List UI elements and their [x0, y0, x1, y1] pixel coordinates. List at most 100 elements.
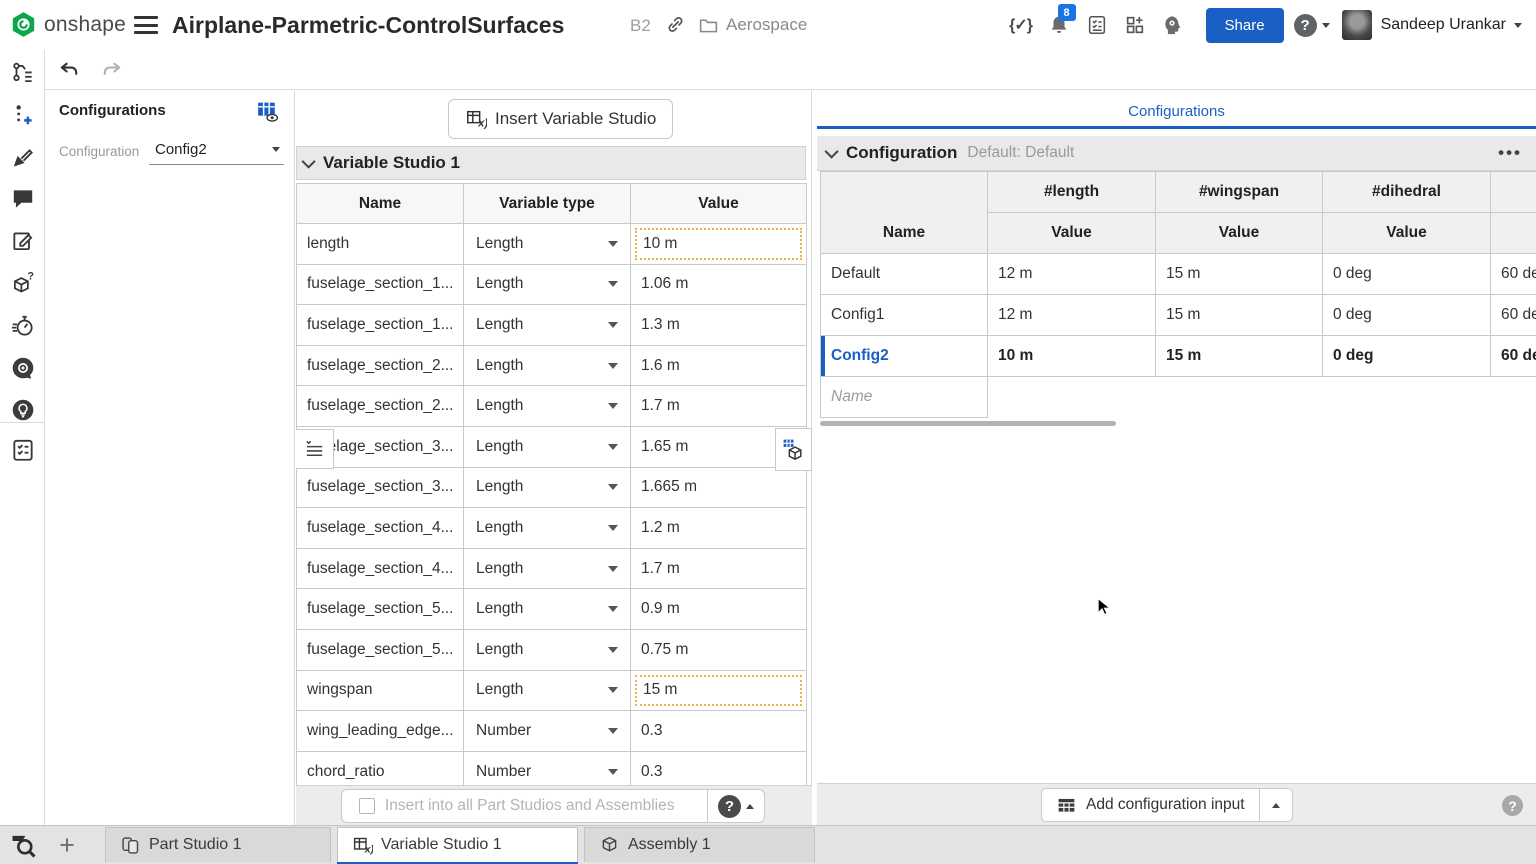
variable-type-dropdown[interactable]: Length	[464, 346, 631, 387]
variable-value-field[interactable]: 1.06 m	[631, 265, 807, 306]
version-label[interactable]: B2	[630, 0, 651, 50]
variable-value-field[interactable]: 0.3	[631, 711, 807, 752]
tab-variable-studio-1[interactable]: x) Variable Studio 1	[337, 827, 578, 862]
variable-value-field[interactable]: 1.7 m	[631, 386, 807, 427]
config-cell-value[interactable]: 15 m	[1156, 336, 1323, 377]
insert-all-checkbox[interactable]	[359, 798, 375, 814]
config-cell-value[interactable]: 60 deg	[1491, 254, 1536, 295]
comment-icon[interactable]	[10, 186, 36, 212]
onshape-logo[interactable]: onshape	[10, 11, 126, 38]
feature-list-toggle[interactable]	[296, 429, 334, 469]
variable-value-field[interactable]: 1.2 m	[631, 508, 807, 549]
configuration-panel-toggle[interactable]	[775, 428, 812, 471]
config-cell-value[interactable]: 60 deg	[1491, 336, 1536, 377]
footer-help-button[interactable]: ?	[707, 790, 764, 822]
variable-name-cell[interactable]: fuselage_section_1...	[297, 305, 464, 346]
variable-type-dropdown[interactable]: Length	[464, 630, 631, 671]
variable-type-dropdown[interactable]: Length	[464, 508, 631, 549]
add-configuration-caret-button[interactable]	[1259, 789, 1292, 821]
add-configuration-input-button[interactable]: Add configuration input	[1042, 789, 1259, 821]
variable-name-cell[interactable]: fuselage_section_2...	[297, 386, 464, 427]
variable-value-field[interactable]: 15 m	[631, 671, 807, 712]
config-param-header[interactable]: #dihedral	[1323, 172, 1491, 213]
learning-center-button[interactable]	[1154, 0, 1192, 50]
configuration-select[interactable]: Config2	[149, 135, 284, 165]
variable-name-cell[interactable]: fuselage_section_4...	[297, 508, 464, 549]
variable-name-cell[interactable]: fuselage_section_1...	[297, 265, 464, 306]
configuration-table-eye-icon[interactable]	[255, 99, 280, 124]
config-row-name[interactable]: Default	[821, 254, 988, 295]
variable-name-cell[interactable]: wingspan	[297, 671, 464, 712]
new-configuration-input[interactable]: Name	[821, 377, 988, 418]
user-name[interactable]: Sandeep Urankar	[1381, 16, 1506, 34]
tab-part-studio-1[interactable]: Part Studio 1	[105, 827, 331, 862]
share-button[interactable]: Share	[1206, 8, 1284, 43]
variable-type-dropdown[interactable]: Length	[464, 224, 631, 265]
folder-breadcrumb[interactable]: Aerospace	[698, 0, 807, 50]
configurations-tab-title[interactable]: Configurations	[817, 103, 1536, 120]
tasks-button[interactable]	[1078, 0, 1116, 50]
document-edit-icon[interactable]	[10, 228, 36, 254]
variable-value-field[interactable]: 1.7 m	[631, 549, 807, 590]
config-cell-value[interactable]: 0 deg	[1323, 295, 1491, 336]
variable-type-dropdown[interactable]: Length	[464, 386, 631, 427]
variable-studio-panel-header[interactable]: Variable Studio 1	[296, 146, 806, 180]
lightbulb-icon[interactable]	[10, 397, 36, 423]
variable-type-dropdown[interactable]: Length	[464, 671, 631, 712]
cube-question-icon[interactable]: ?	[10, 271, 36, 297]
config-param-header[interactable]: #wingspan	[1156, 172, 1323, 213]
versions-history-icon[interactable]	[10, 60, 36, 86]
insert-variable-studio-button[interactable]: x) Insert Variable Studio	[448, 99, 673, 139]
gear-bubble-icon[interactable]	[10, 355, 36, 381]
config-cell-value[interactable]: 0 deg	[1323, 336, 1491, 377]
variable-value-field[interactable]: 0.3	[631, 752, 807, 785]
variable-name-cell[interactable]: wing_leading_edge...	[297, 711, 464, 752]
variable-type-dropdown[interactable]: Number	[464, 711, 631, 752]
new-tab-button[interactable]: +	[52, 826, 82, 864]
variable-value-field[interactable]: 0.9 m	[631, 589, 807, 630]
hamburger-menu-icon[interactable]	[134, 16, 158, 34]
config-param-header[interactable]: #length	[988, 172, 1156, 213]
config-cell-value[interactable]: 12 m	[988, 295, 1156, 336]
configuration-section-header[interactable]: Configuration Default: Default •••	[817, 136, 1536, 171]
variable-name-cell[interactable]: chord_ratio	[297, 752, 464, 785]
help-menu[interactable]: ?	[1294, 14, 1330, 37]
variable-value-field[interactable]: 1.665 m	[631, 468, 807, 509]
config-cell-value[interactable]: 15 m	[1156, 295, 1323, 336]
variable-type-dropdown[interactable]: Length	[464, 265, 631, 306]
redo-button[interactable]	[100, 58, 123, 81]
avatar[interactable]	[1342, 10, 1372, 40]
variable-name-cell[interactable]: fuselage_section_2...	[297, 346, 464, 387]
config-row-name[interactable]: Config1	[821, 295, 988, 336]
undo-button[interactable]	[58, 58, 81, 81]
config-param-header[interactable]	[1491, 172, 1536, 213]
variable-type-dropdown[interactable]: Length	[464, 427, 631, 468]
variable-name-cell[interactable]: fuselage_section_3...	[297, 468, 464, 509]
document-title[interactable]: Airplane-Parmetric-ControlSurfaces	[172, 0, 564, 50]
tab-assembly-1[interactable]: Assembly 1	[584, 827, 815, 862]
config-row-name[interactable]: Config2	[821, 336, 988, 377]
panel-help-icon[interactable]: ?	[1502, 795, 1523, 816]
variable-type-dropdown[interactable]: Length	[464, 305, 631, 346]
apps-button[interactable]	[1116, 0, 1154, 50]
search-tabs-icon[interactable]	[8, 830, 39, 861]
variable-name-cell[interactable]: fuselage_section_5...	[297, 589, 464, 630]
variable-type-dropdown[interactable]: Length	[464, 468, 631, 509]
checklist-panel-icon[interactable]	[10, 437, 36, 463]
overflow-menu-icon[interactable]: •••	[1498, 143, 1522, 163]
notifications-button[interactable]: 8	[1040, 0, 1078, 50]
stopwatch-icon[interactable]	[10, 313, 36, 339]
horizontal-scrollbar[interactable]	[820, 421, 1116, 426]
config-cell-value[interactable]: 15 m	[1156, 254, 1323, 295]
config-cell-value[interactable]: 12 m	[988, 254, 1156, 295]
config-cell-value[interactable]: 10 m	[988, 336, 1156, 377]
variable-name-cell[interactable]: fuselage_section_4...	[297, 549, 464, 590]
variable-value-field[interactable]: 0.75 m	[631, 630, 807, 671]
user-menu-caret-icon[interactable]	[1514, 23, 1522, 28]
variable-type-dropdown[interactable]: Length	[464, 549, 631, 590]
create-version-icon[interactable]	[10, 102, 36, 128]
config-cell-value[interactable]: 0 deg	[1323, 254, 1491, 295]
variable-value-field[interactable]: 1.6 m	[631, 346, 807, 387]
variable-type-dropdown[interactable]: Number	[464, 752, 631, 785]
sketch-pencil-icon[interactable]	[10, 145, 36, 171]
